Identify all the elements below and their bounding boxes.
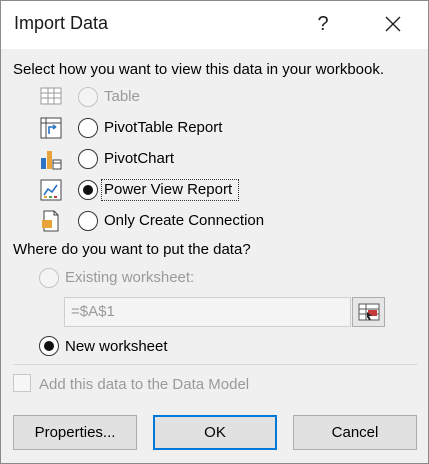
pivottable-icon <box>40 117 62 139</box>
close-icon <box>385 16 401 32</box>
dialog-title: Import Data <box>14 13 109 33</box>
view-prompt: Select how you want to view this data in… <box>13 61 385 78</box>
option-pivottable-label: PivotTable Report <box>104 119 223 136</box>
powerview-icon <box>40 179 62 201</box>
range-select-icon <box>358 303 380 321</box>
option-pivotchart-label: PivotChart <box>104 150 175 167</box>
close-button[interactable] <box>373 9 413 39</box>
range-select-button[interactable] <box>352 297 385 327</box>
import-data-dialog: Import Data ? Select how you want to vie… <box>0 0 429 464</box>
table-icon <box>40 86 62 108</box>
option-table-label: Table <box>104 88 140 105</box>
radio-connection[interactable] <box>78 211 98 231</box>
help-button[interactable]: ? <box>308 9 338 39</box>
data-model-label: Add this data to the Data Model <box>39 376 250 393</box>
radio-pivottable[interactable] <box>78 118 98 138</box>
existing-worksheet-label: Existing worksheet: <box>65 269 195 286</box>
radio-table[interactable] <box>78 87 98 107</box>
radio-existing-worksheet[interactable] <box>39 268 59 288</box>
radio-new-worksheet[interactable] <box>39 336 59 356</box>
existing-worksheet-field[interactable]: =$A$1 <box>64 297 351 327</box>
title-bar: Import Data ? <box>1 1 428 49</box>
location-prompt: Where do you want to put the data? <box>13 241 251 258</box>
properties-button[interactable]: Properties... <box>13 415 137 450</box>
option-powerview-label: Power View Report <box>104 181 233 198</box>
radio-powerview[interactable] <box>78 180 98 200</box>
connection-icon <box>40 210 62 232</box>
cancel-button[interactable]: Cancel <box>293 415 417 450</box>
ok-button[interactable]: OK <box>153 415 277 450</box>
data-model-checkbox[interactable] <box>13 374 31 392</box>
option-connection-label: Only Create Connection <box>104 212 265 229</box>
pivotchart-icon <box>40 148 62 170</box>
divider <box>13 364 418 365</box>
new-worksheet-label: New worksheet <box>65 338 168 355</box>
radio-selected-dot <box>44 341 54 351</box>
radio-selected-dot <box>83 185 93 195</box>
radio-pivotchart[interactable] <box>78 149 98 169</box>
